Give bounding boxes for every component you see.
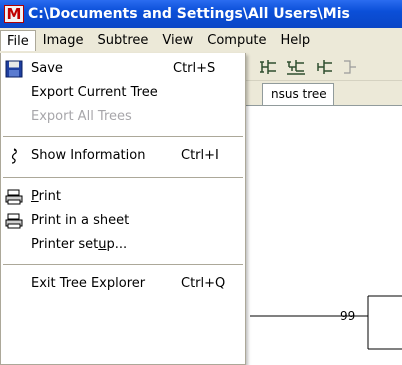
menu-item-printer-setup[interactable]: Printer setup... xyxy=(1,232,245,258)
show-information-shortcut: Ctrl+I xyxy=(181,148,219,163)
menu-item-save[interactable]: Save Ctrl+S xyxy=(1,56,245,82)
tree-collapse-icon[interactable] xyxy=(314,59,334,75)
printer-setup-label: Printer setup... xyxy=(31,232,127,258)
printer-icon xyxy=(5,189,23,205)
tab-consensus-tree[interactable]: nsus tree xyxy=(262,83,334,105)
menu-subtree[interactable]: Subtree xyxy=(90,30,155,51)
menu-file[interactable]: File xyxy=(0,30,36,51)
menu-compute[interactable]: Compute xyxy=(200,30,273,51)
app-icon-letter: M xyxy=(4,5,24,23)
menu-help[interactable]: Help xyxy=(274,30,318,51)
menu-bar: File Image Subtree View Compute Help xyxy=(0,28,402,53)
menu-separator xyxy=(3,177,243,178)
menu-separator xyxy=(3,264,243,265)
print-label-post: rint xyxy=(38,189,61,204)
information-icon xyxy=(11,148,17,164)
floppy-disk-icon xyxy=(5,60,23,78)
exit-tree-explorer-shortcut: Ctrl+Q xyxy=(181,276,226,291)
tree-layout-icon[interactable] xyxy=(258,59,278,75)
app-icon[interactable]: M xyxy=(4,5,24,23)
print-label: Print xyxy=(31,184,61,210)
file-menu-dropdown: Save Ctrl+S Export Current Tree Export A… xyxy=(0,53,246,365)
bootstrap-value-label: 99 xyxy=(340,309,356,323)
tree-layout-alt-icon[interactable] xyxy=(286,59,306,75)
show-information-label: Show Information xyxy=(31,148,146,163)
exit-tree-explorer-label: Exit Tree Explorer xyxy=(31,276,146,291)
menu-separator xyxy=(3,136,243,137)
printer-setup-label-post: p... xyxy=(106,237,128,252)
print-in-a-sheet-label: Print in a sheet xyxy=(31,213,130,228)
export-all-trees-label: Export All Trees xyxy=(31,109,132,124)
save-shortcut: Ctrl+S xyxy=(173,61,216,76)
menu-image[interactable]: Image xyxy=(36,30,91,51)
menu-item-export-all-trees: Export All Trees xyxy=(1,104,245,130)
export-current-tree-label: Export Current Tree xyxy=(31,85,158,100)
menu-item-show-information[interactable]: Show Information Ctrl+I xyxy=(1,143,245,169)
printer-setup-label-pre: Printer set xyxy=(31,237,99,252)
menu-item-print-in-a-sheet[interactable]: Print in a sheet xyxy=(1,208,245,234)
printer-icon xyxy=(5,213,23,229)
menu-item-print[interactable]: Print xyxy=(1,184,245,210)
title-bar[interactable]: M C:\Documents and Settings\All Users\Mi… xyxy=(0,0,402,28)
printer-setup-label-accelerator: u xyxy=(98,237,107,252)
print-label-accelerator: P xyxy=(31,189,39,204)
menu-view[interactable]: View xyxy=(155,30,200,51)
save-label: Save xyxy=(31,61,63,76)
menu-item-exit-tree-explorer[interactable]: Exit Tree Explorer Ctrl+Q xyxy=(1,271,245,297)
tree-options-icon[interactable] xyxy=(340,59,360,75)
window-title: C:\Documents and Settings\All Users\Mis xyxy=(28,6,350,22)
menu-item-export-current-tree[interactable]: Export Current Tree xyxy=(1,80,245,106)
